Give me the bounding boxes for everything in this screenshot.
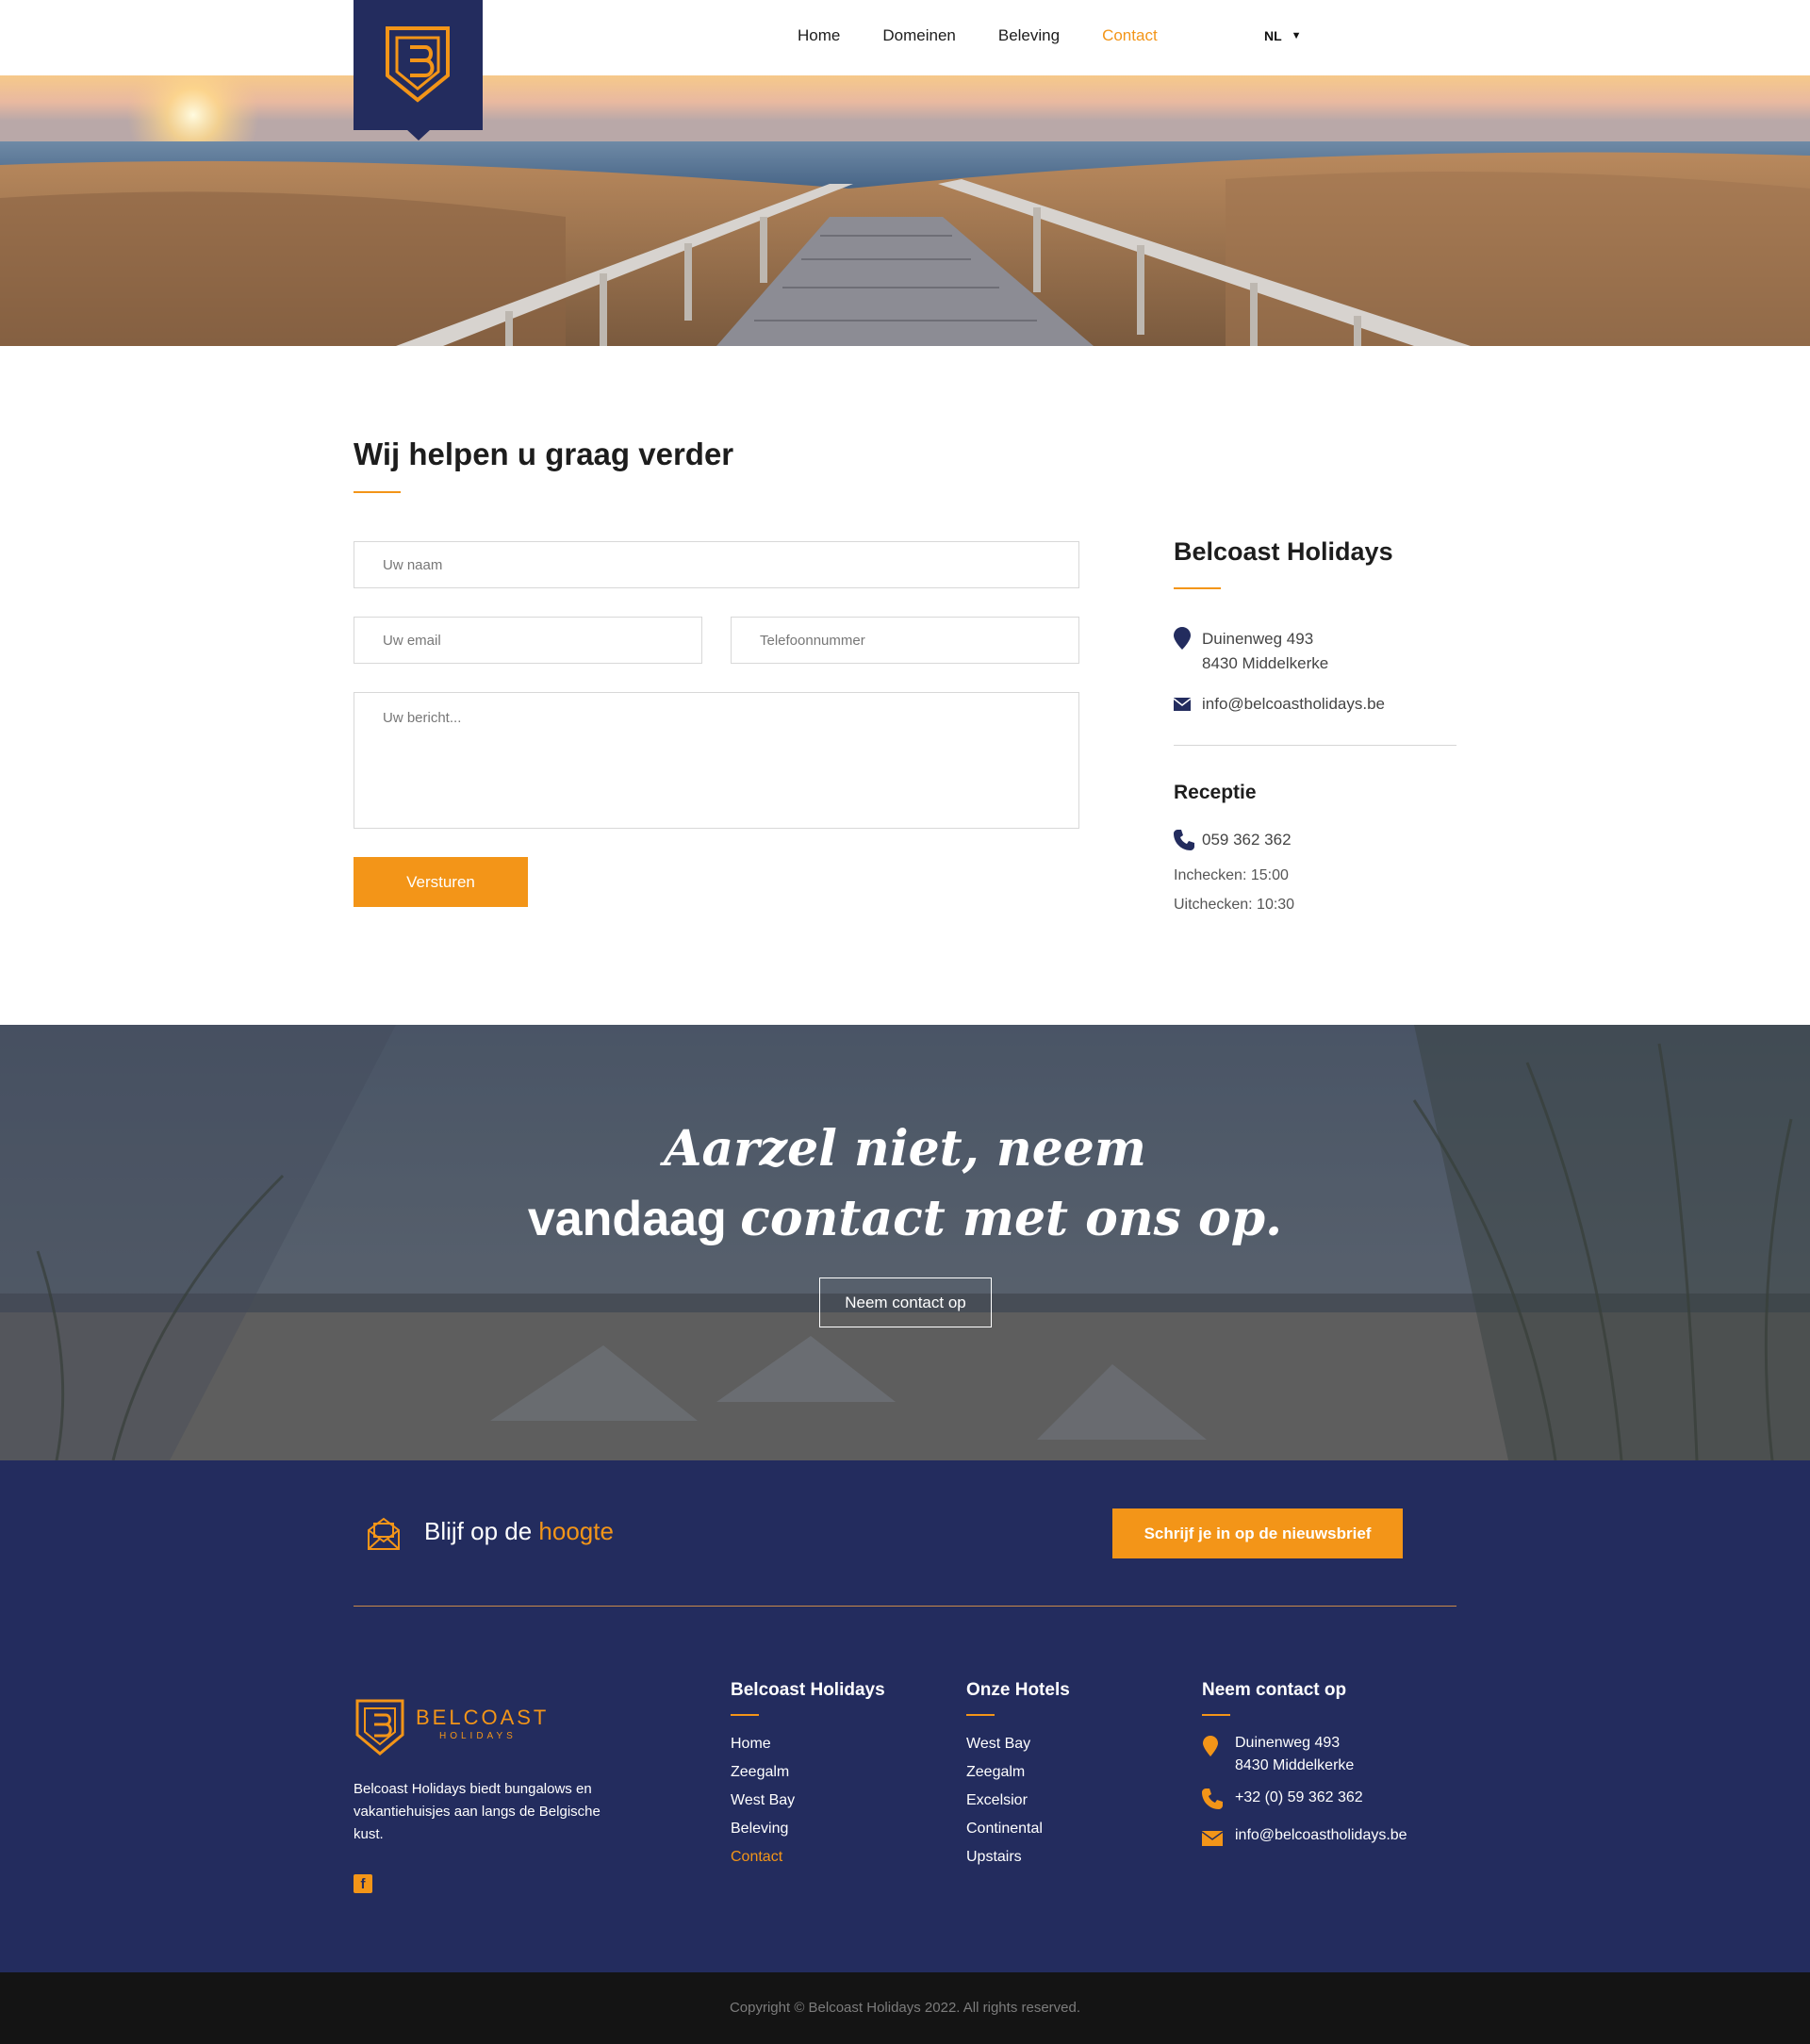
footer-address-line1: Duinenweg 493 — [1235, 1735, 1341, 1751]
logo-shield-icon — [386, 26, 450, 103]
cta-heading-plain: vandaag — [527, 1192, 727, 1246]
reception-phone[interactable]: 059 362 362 — [1202, 827, 1292, 852]
checkout-time: Uitchecken: 10:30 — [1174, 897, 1295, 913]
cta-heading-line2: vandaag contact met ons op. — [0, 1190, 1810, 1247]
nav-domeinen[interactable]: Domeinen — [882, 26, 956, 45]
footer-hotel-west-bay[interactable]: West Bay — [966, 1733, 1043, 1761]
footer-logo-icon[interactable] — [354, 1697, 406, 1757]
footer-col-hotels-rule — [966, 1714, 995, 1716]
footer-address-line2: 8430 Middelkerke — [1235, 1757, 1355, 1773]
footer-hotel-zeegalm[interactable]: Zeegalm — [966, 1761, 1043, 1789]
sidebar-address-line2: 8430 Middelkerke — [1202, 654, 1329, 672]
copyright-text: Copyright © Belcoast Holidays 2022. All … — [729, 2000, 1081, 2016]
hero-banner — [0, 75, 1810, 346]
reception-title: Receptie — [1174, 782, 1257, 803]
site-footer — [0, 1460, 1810, 1972]
footer-map-pin-icon — [1203, 1736, 1218, 1756]
footer-col-contact-title: Neem contact op — [1202, 1680, 1347, 1700]
email-field[interactable] — [354, 617, 702, 664]
footer-col-contact-rule — [1202, 1714, 1230, 1716]
cta-heading-italic: contact met ons op. — [740, 1190, 1283, 1247]
footer-email[interactable]: info@belcoastholidays.be — [1235, 1824, 1407, 1847]
language-selector[interactable]: NL ▼ — [1264, 28, 1302, 43]
footer-col-hotels-title: Onze Hotels — [966, 1680, 1070, 1700]
envelope-icon — [1174, 698, 1191, 711]
sidebar-divider — [1174, 745, 1456, 746]
footer-link-home[interactable]: Home — [731, 1733, 795, 1761]
phone-field[interactable] — [731, 617, 1079, 664]
nav-home[interactable]: Home — [798, 26, 840, 45]
footer-envelope-icon — [1202, 1831, 1223, 1846]
newsletter-heading: Blijf op de hoogte — [424, 1517, 614, 1546]
footer-link-zeegalm[interactable]: Zeegalm — [731, 1761, 795, 1789]
section-title: Wij helpen u graag verder — [354, 437, 734, 471]
footer-brand-name: BELCOAST — [416, 1706, 550, 1729]
sidebar-address-line1: Duinenweg 493 — [1202, 630, 1314, 648]
site-header: Home Domeinen Beleving Contact NL ▼ — [0, 0, 1810, 75]
sidebar-email[interactable]: info@belcoastholidays.be — [1202, 691, 1385, 717]
site-logo[interactable] — [354, 0, 483, 140]
language-label: NL — [1264, 28, 1282, 43]
main-nav: Home Domeinen Beleving Contact — [798, 26, 1200, 45]
footer-link-contact[interactable]: Contact — [731, 1846, 795, 1874]
cta-heading-line1: Aarzel niet, neem — [664, 1120, 1146, 1178]
newsletter-envelope-icon — [368, 1517, 400, 1550]
footer-link-beleving[interactable]: Beleving — [731, 1818, 795, 1846]
message-field[interactable] — [354, 692, 1079, 829]
phone-icon — [1174, 830, 1194, 850]
footer-hotel-continental[interactable]: Continental — [966, 1818, 1043, 1846]
hero-image — [0, 75, 1810, 346]
footer-hotel-links: West Bay Zeegalm Excelsior Continental U… — [966, 1733, 1043, 1874]
newsletter-heading-highlight: hoogte — [538, 1517, 614, 1545]
footer-phone-icon — [1202, 1788, 1223, 1809]
footer-hotel-excelsior[interactable]: Excelsior — [966, 1789, 1043, 1818]
chevron-down-icon: ▼ — [1291, 30, 1302, 41]
sidebar-title: Belcoast Holidays — [1174, 537, 1393, 566]
cta-contact-button[interactable]: Neem contact op — [819, 1278, 992, 1327]
checkin-time: Inchecken: 15:00 — [1174, 867, 1289, 883]
footer-link-west-bay[interactable]: West Bay — [731, 1789, 795, 1818]
footer-col-company-title: Belcoast Holidays — [731, 1680, 885, 1700]
footer-hotel-upstairs[interactable]: Upstairs — [966, 1846, 1043, 1874]
submit-button[interactable]: Versturen — [354, 857, 528, 907]
title-underline — [354, 491, 401, 493]
footer-divider — [354, 1606, 1456, 1607]
sidebar-title-underline — [1174, 587, 1221, 589]
map-pin-icon — [1174, 627, 1191, 650]
footer-company-links: Home Zeegalm West Bay Beleving Contact — [731, 1733, 795, 1874]
footer-col-company-rule — [731, 1714, 759, 1716]
footer-brand-sub: HOLIDAYS — [439, 1731, 517, 1741]
nav-beleving[interactable]: Beleving — [998, 26, 1060, 45]
facebook-icon[interactable]: f — [354, 1874, 372, 1893]
newsletter-heading-prefix: Blijf op de — [424, 1517, 533, 1545]
footer-phone[interactable]: +32 (0) 59 362 362 — [1235, 1787, 1363, 1809]
name-field[interactable] — [354, 541, 1079, 588]
nav-contact[interactable]: Contact — [1102, 26, 1158, 45]
newsletter-subscribe-button[interactable]: Schrijf je in op de nieuwsbrief — [1112, 1508, 1403, 1558]
footer-description: Belcoast Holidays biedt bungalows en vak… — [354, 1781, 601, 1842]
